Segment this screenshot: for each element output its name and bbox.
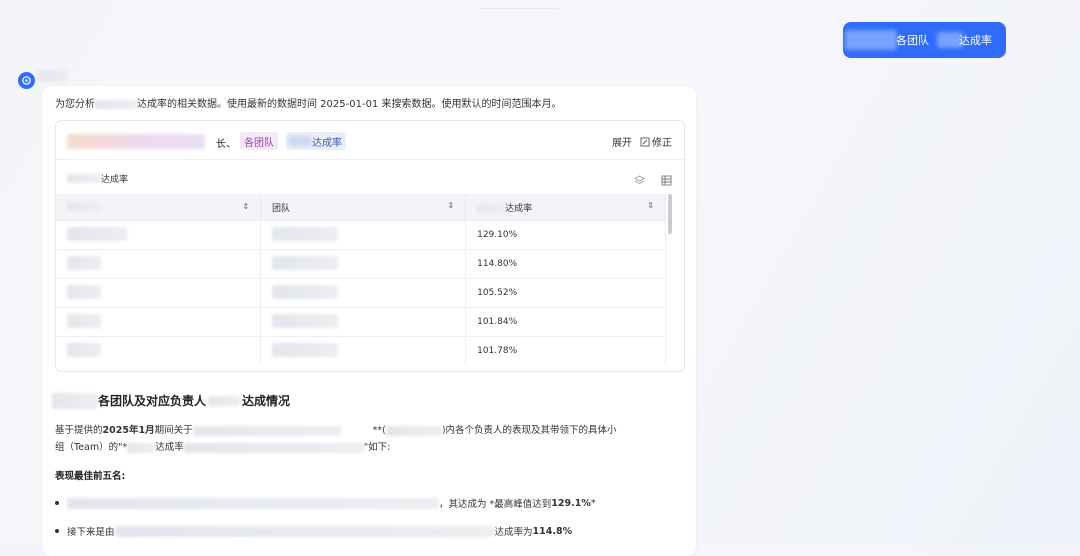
chip-rate[interactable]: 达成率: [286, 132, 346, 150]
assistant-icon: [22, 76, 31, 85]
user-message-bubble: 各团队 达成率: [843, 22, 1006, 58]
expand-button[interactable]: 展开: [612, 134, 632, 149]
edit-icon: [640, 137, 650, 146]
assistant-name: [38, 70, 68, 82]
sort-icon: ⇕: [242, 202, 250, 211]
user-message-text: 各团队: [896, 34, 929, 47]
table-row: 129.10%: [56, 220, 666, 250]
table-scrollbar[interactable]: [668, 194, 672, 234]
user-message-text-2: 达成率: [959, 34, 992, 47]
top-divider: [478, 8, 558, 9]
table-row: 101.78%: [56, 336, 666, 365]
table-title: 达成率: [67, 172, 128, 185]
assistant-avatar: [18, 72, 35, 89]
column-header-team[interactable]: 团队 ⇕: [260, 194, 467, 221]
query-result-panel: 长、 各团队 达成率 展开 修正 达成率 ⇕ 团队 ⇕ 达成率 ⇕ 129.10…: [55, 120, 685, 372]
column-header-rate[interactable]: 达成率 ⇕: [465, 194, 666, 221]
chip-team[interactable]: 各团队: [240, 132, 278, 150]
table-row: 101.84%: [56, 307, 666, 337]
query-header: 长、 各团队 达成率 展开 修正: [56, 121, 684, 160]
list-item: ，其达成为 *最高峰值达到 129.1% *: [55, 496, 596, 510]
sort-icon: ⇕: [447, 200, 455, 210]
analysis-paragraph: 基于提供的2025年1月期间关于 **()内各个负责人的表现及其带领下的具体小 组…: [55, 425, 617, 453]
table-icon[interactable]: [661, 171, 672, 186]
redacted-chip: [67, 134, 205, 149]
layers-icon[interactable]: [634, 171, 645, 185]
result-table: ⇕ 团队 ⇕ 达成率 ⇕ 129.10% 114.80% 105.52% 101.8…: [56, 194, 666, 365]
assistant-response-card: 为您分析 达成率的相关数据。使用最新的数据时间 2025-01-01 来搜索数据。…: [42, 86, 696, 556]
table-row: 105.52%: [56, 278, 666, 308]
intro-text: 为您分析 达成率的相关数据。使用最新的数据时间 2025-01-01 来搜索数据。…: [55, 99, 562, 110]
column-header[interactable]: ⇕: [56, 194, 262, 221]
sort-icon: ⇕: [647, 200, 654, 210]
correct-button[interactable]: 修正: [640, 134, 672, 149]
best-five-label: 表现最佳前五名:: [55, 471, 126, 482]
table-row: 114.80%: [56, 249, 666, 279]
section-heading: 各团队及对应负责人 达成情况: [52, 392, 290, 409]
redacted-text: [845, 30, 897, 50]
chip-separator: 长、: [216, 139, 236, 150]
list-item: 接下来是由 达成率为 114.8%: [55, 524, 572, 538]
